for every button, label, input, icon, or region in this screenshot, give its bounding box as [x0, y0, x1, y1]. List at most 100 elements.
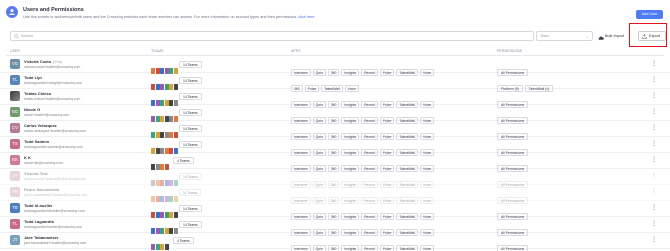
user-name-text: Todd Laguardia	[24, 219, 54, 224]
more-options-icon[interactable]: ⋮	[651, 236, 657, 243]
add-user-button[interactable]: Add User	[636, 10, 663, 19]
team-filter-placeholder: Team	[540, 34, 550, 38]
user-name: Pedro Nascimento	[24, 187, 59, 192]
team-avatars	[151, 61, 178, 74]
user-name: Todd bl-bueller	[24, 203, 53, 208]
table-row[interactable]: VT Victoria Test victoria.costa+testbuelle…	[0, 169, 670, 188]
team-count-badge[interactable]: 14 Teams	[179, 77, 202, 84]
permission-chips: All Permissions	[497, 173, 530, 188]
team-count-badge[interactable]: 14 Teams	[179, 125, 202, 132]
team-count-badge[interactable]: 14 Teams	[179, 93, 202, 100]
team-avatar	[151, 244, 155, 250]
team-count-badge[interactable]: 14 Teams	[179, 205, 202, 212]
more-options-icon[interactable]: ⋮	[651, 60, 657, 67]
more-options-icon[interactable]: ⋮	[651, 108, 657, 115]
more-options-icon[interactable]: ⋮	[651, 92, 657, 99]
user-name-text: Victoria Costa	[24, 59, 51, 64]
table-row[interactable]: NG Nicole Gnicole+bueller@crosschq.com 14 …	[0, 105, 670, 124]
more-options-icon[interactable]: ⋮	[651, 220, 657, 227]
team-avatar	[155, 244, 160, 250]
user-email: todd.laguardia+bueller@crosschq.com	[24, 225, 83, 229]
cloud-upload-icon	[598, 34, 604, 44]
table-row[interactable]: JT Jace Tabamaniser jace.tabamaniser+buell…	[0, 233, 670, 251]
table-row[interactable]: TL Todd Lipi todd.laguardia+nohigh@crossch…	[0, 73, 670, 92]
search-icon	[14, 34, 19, 43]
table-row[interactable]: CV Carlos Velazquez carlos.velazquez+buell…	[0, 121, 670, 140]
avatar: VT	[10, 171, 20, 181]
app-chips: Interview Quin 360 Insights Recruit Pulse Tale…	[291, 109, 436, 124]
user-email: nicole+kk@crosschq.com	[24, 161, 63, 165]
permission-chips: All Permissions	[497, 61, 530, 76]
permission-chips: Platform (5) TalentWall (4)	[497, 77, 555, 92]
avatar	[10, 91, 20, 101]
avatar: KK	[10, 155, 20, 165]
team-count-badge[interactable]: 14 Teams	[179, 173, 202, 180]
user-name-text: K K	[24, 155, 31, 160]
user-name: Victoria Costa (You)	[24, 59, 62, 64]
more-options-icon[interactable]: ⋮	[651, 204, 657, 211]
table-row[interactable]: Tobias Chiesa tobias.chiesa+bueller@cross…	[0, 89, 670, 108]
avatar: TB	[10, 203, 20, 213]
app-chip: Pulse	[379, 245, 395, 251]
permission-chip: All Permissions	[497, 245, 529, 251]
permission-chips: All Permissions	[497, 125, 530, 140]
app-chips: Interview Quin 360 Insights Recruit Pulse Tale…	[291, 141, 436, 156]
avatar: JT	[10, 235, 20, 245]
table-row[interactable]: VG Victoria Costa (You) victoria.costa+buel…	[0, 57, 670, 76]
table-row[interactable]: PN Pedro Nascimento pedro.nascimento+buell…	[0, 185, 670, 204]
permission-chips: All Permissions	[497, 141, 530, 156]
user-name-text: Todd bl-bueller	[24, 203, 53, 208]
app-chip: Quin	[312, 245, 326, 251]
table-header: USER TEAMS APPS PERMISSIONS	[0, 47, 670, 55]
team-count-badge[interactable]: 14 Teams	[179, 109, 202, 116]
team-count-badge[interactable]: 4 Teams	[173, 237, 194, 244]
team-avatars	[151, 109, 178, 122]
user-name: Jace Tabamaniser	[24, 235, 58, 240]
click-here-link[interactable]: click here	[298, 15, 314, 19]
app-chips: Interview Quin 360 Insights Recruit Pulse Tale…	[291, 221, 436, 236]
permission-chips: All Permissions	[497, 93, 530, 108]
app-chips: 360 Pulse TalentWall Voice	[291, 77, 361, 92]
user-email: nicole+bueller@crosschq.com	[24, 113, 70, 117]
team-count-badge[interactable]: 14 Teams	[179, 141, 202, 148]
team-avatars	[151, 205, 178, 218]
team-count-badge[interactable]: 11 Teams	[179, 189, 202, 196]
table-row[interactable]: KK K Knicole+kk@crosschq.com 4 Teams Interv…	[0, 153, 670, 172]
table-row[interactable]: TL Todd Laguardia todd.laguardia+bueller@c…	[0, 217, 670, 236]
more-options-icon[interactable]: ⋮	[651, 76, 657, 83]
table-row[interactable]: TS Todd Sadmin todd.laguardia+sadmin@cross…	[0, 137, 670, 156]
team-count-badge[interactable]: 14 Teams	[179, 221, 202, 228]
avatar: TS	[10, 139, 20, 149]
team-count-badge[interactable]: 4 Teams	[173, 157, 194, 164]
permission-chips: All Permissions	[497, 237, 530, 251]
user-name: Nicole G	[24, 107, 40, 112]
user-name: Victoria Test	[24, 171, 48, 176]
permission-chips: All Permissions	[497, 221, 530, 236]
column-header-user: USER	[10, 49, 20, 53]
table-row[interactable]: TB Todd bl-bueller todd.laguardia+blbuelle…	[0, 201, 670, 220]
user-email: todd.laguardia+nohigh@crosschq.com	[24, 81, 83, 85]
bulk-import-button[interactable]: Bulk Import	[597, 31, 633, 41]
user-email: carlos.velazquez+bueller@crosschq.com	[24, 129, 86, 133]
more-options-icon[interactable]: ⋮	[651, 124, 657, 131]
team-count-badge[interactable]: 14 Teams	[179, 61, 202, 68]
more-options-icon[interactable]: ⋮	[651, 188, 657, 195]
team-avatars	[151, 221, 178, 234]
user-email: tobias.chiesa+bueller@crosschq.com	[24, 97, 81, 101]
column-header-permissions: PERMISSIONS	[497, 49, 522, 53]
more-options-icon[interactable]: ⋮	[651, 172, 657, 179]
app-chips: Interview Quin 360 Insights Recruit Pulse Tale…	[291, 61, 436, 76]
user-name: Todd Lipi	[24, 75, 42, 80]
team-avatar	[160, 244, 164, 250]
more-options-icon[interactable]: ⋮	[651, 140, 657, 147]
permission-chips: All Permissions	[497, 109, 530, 124]
users-icon	[6, 6, 18, 18]
team-avatars	[151, 189, 178, 202]
search-input[interactable]: Search	[10, 31, 534, 41]
user-name: Tobias Chiesa	[24, 91, 51, 96]
avatar: PN	[10, 187, 20, 197]
team-filter-select[interactable]: Team ⌄	[536, 31, 593, 41]
more-options-icon[interactable]: ⋮	[651, 156, 657, 163]
user-name-text: Todd Sadmin	[24, 139, 50, 144]
user-email: todd.laguardia+blbueller@crosschq.com	[24, 209, 85, 213]
